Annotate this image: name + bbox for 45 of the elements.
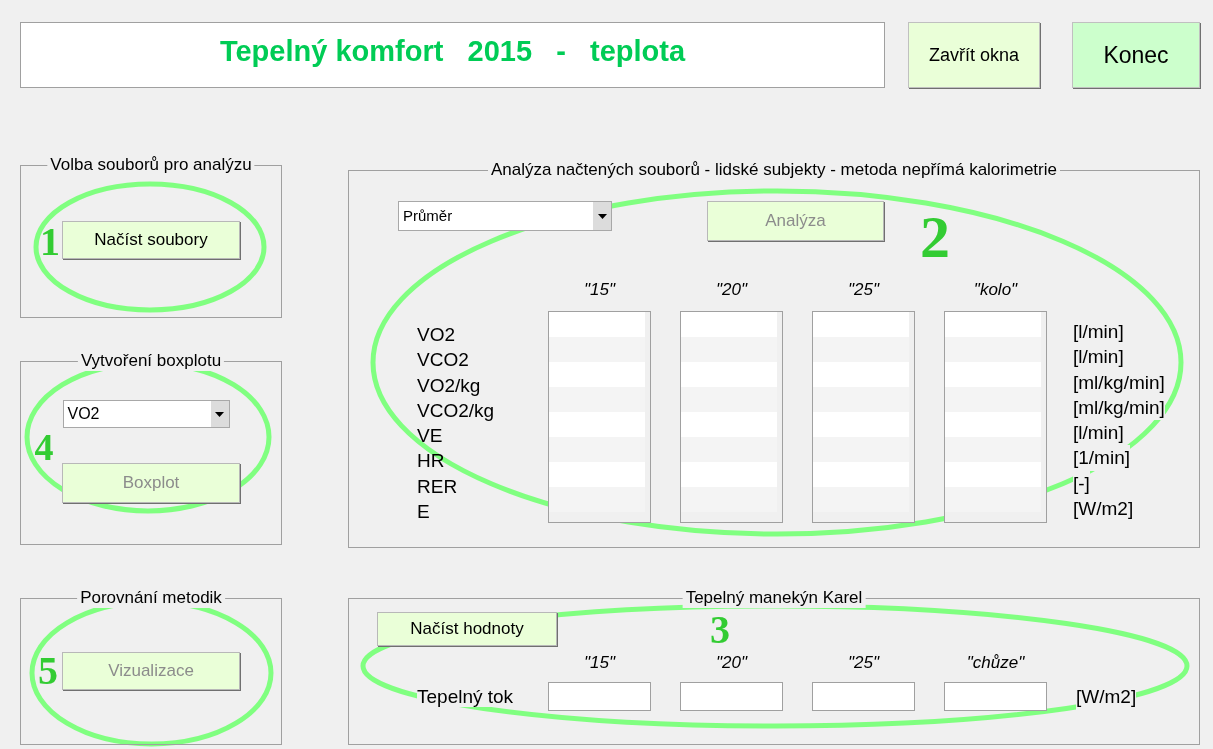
window-button[interactable]: Konec	[1072, 22, 1200, 88]
action-button[interactable]: Načíst soubory	[62, 221, 240, 259]
window-button[interactable]: Zavřít okna	[908, 22, 1040, 88]
column-header: "chůze"	[966, 652, 1025, 674]
annotation-number: 2	[920, 207, 950, 267]
column-header: "25"	[848, 279, 879, 301]
annotation-number: 4	[34, 428, 54, 466]
row-label: VO2	[417, 323, 457, 347]
column-header: "kolo"	[973, 279, 1018, 301]
row-label: VCO2	[417, 348, 470, 373]
panel-title: Vytvoření boxplotu	[77, 351, 225, 371]
column-header: "20"	[716, 652, 747, 674]
listbox[interactable]	[944, 311, 1047, 523]
annotation-number: 3	[710, 610, 730, 650]
panel-title: Tepelný manekýn Karel	[682, 588, 866, 608]
caret-icon	[210, 401, 229, 427]
value-field[interactable]	[548, 682, 651, 711]
unit-label: [-]	[1073, 470, 1090, 497]
value-field[interactable]	[680, 682, 783, 711]
panel-title: Volba souborů pro analýzu	[47, 155, 255, 175]
column-header: "20"	[716, 279, 747, 301]
listbox[interactable]	[680, 311, 783, 523]
panel-title: Porovnání metodik	[77, 588, 225, 608]
unit-label: [1/min]	[1073, 445, 1131, 471]
app-title: Tepelný komfort 2015 - teplota	[219, 34, 686, 70]
row-label: HR	[417, 449, 446, 474]
row-label: E	[417, 500, 431, 525]
column-header: "15"	[584, 652, 615, 674]
row-label: VO2/kg	[417, 373, 482, 398]
value-field[interactable]	[944, 682, 1047, 711]
caret-icon	[593, 202, 611, 230]
dropdown[interactable]: Průměr	[398, 201, 612, 231]
column-header: "25"	[848, 652, 879, 674]
annotation-number: 5	[38, 651, 58, 691]
row-label: RER	[417, 474, 459, 499]
action-button[interactable]: Načíst hodnoty	[377, 612, 557, 646]
value-field[interactable]	[812, 682, 915, 711]
listbox[interactable]	[812, 311, 915, 523]
listbox[interactable]	[548, 311, 651, 523]
row-label: VE	[417, 424, 444, 449]
dropdown[interactable]: VO2	[62, 400, 230, 428]
panel-title: Analýza načtených souborů - lidské subjekty - metoda nepřímá kalorimetrie	[488, 160, 1060, 180]
row-label: VCO2/kg	[417, 398, 496, 423]
column-header: "15"	[584, 279, 615, 301]
annotation-number: 1	[40, 222, 60, 262]
